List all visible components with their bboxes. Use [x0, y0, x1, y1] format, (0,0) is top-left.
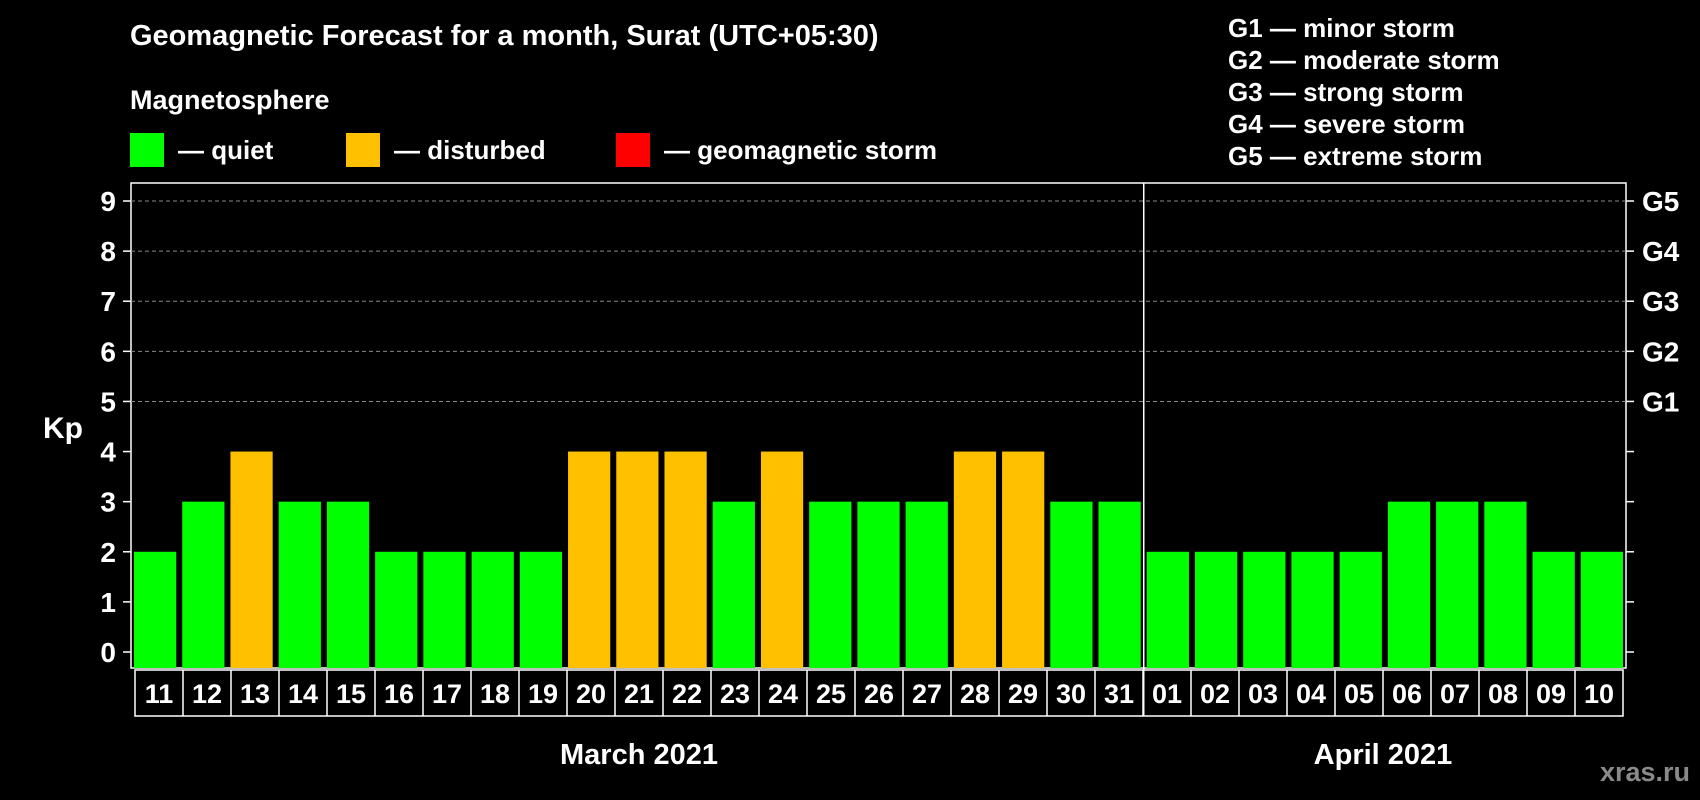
bar-16-5 [375, 551, 418, 668]
bar-06-26 [1387, 501, 1431, 668]
day-label-22-11: 22 [672, 679, 702, 709]
bar-18-7 [471, 551, 514, 668]
day-label-30-19: 30 [1056, 679, 1086, 709]
storm-tick-label-g1: G1 [1642, 386, 1679, 417]
day-label-05-25: 05 [1344, 679, 1374, 709]
bar-04-24 [1291, 551, 1334, 668]
bar-28-17 [953, 451, 997, 668]
day-label-10-30: 10 [1584, 679, 1614, 709]
bar-10-30 [1580, 551, 1623, 668]
y-tick-label-5: 5 [100, 386, 116, 417]
bar-23-12 [712, 501, 755, 668]
day-label-24-13: 24 [768, 679, 798, 709]
bar-07-27 [1436, 501, 1479, 668]
y-tick-label-2: 2 [100, 537, 116, 568]
y-tick-label-7: 7 [100, 286, 116, 317]
day-label-17-6: 17 [432, 679, 462, 709]
bar-25-14 [809, 501, 852, 668]
y-tick-label-8: 8 [100, 236, 116, 267]
bar-17-6 [423, 551, 466, 668]
bar-29-18 [1002, 451, 1045, 668]
y-tick-label-1: 1 [100, 587, 116, 618]
day-label-27-16: 27 [912, 679, 942, 709]
day-label-21-10: 21 [624, 679, 654, 709]
bar-13-2 [230, 451, 273, 668]
day-label-26-15: 26 [864, 679, 894, 709]
storm-tick-label-g2: G2 [1642, 336, 1679, 367]
day-label-15-4: 15 [336, 679, 366, 709]
day-label-08-28: 08 [1488, 679, 1518, 709]
day-label-29-18: 29 [1008, 679, 1038, 709]
day-label-14-3: 14 [288, 679, 318, 709]
bar-01-21 [1146, 551, 1189, 668]
day-label-23-12: 23 [720, 679, 750, 709]
day-label-11-0: 11 [145, 679, 174, 709]
y-tick-label-6: 6 [100, 336, 116, 367]
day-label-13-2: 13 [240, 679, 270, 709]
day-label-02-22: 02 [1200, 679, 1230, 709]
day-label-19-8: 19 [528, 679, 558, 709]
y-tick-label-4: 4 [100, 437, 116, 468]
bar-24-13 [760, 451, 804, 668]
day-label-04-24: 04 [1296, 679, 1326, 709]
day-label-12-1: 12 [192, 679, 222, 709]
bar-11-0 [134, 551, 177, 668]
bar-09-29 [1532, 551, 1575, 668]
bar-02-22 [1194, 551, 1238, 668]
bar-15-4 [326, 501, 370, 668]
y-tick-label-0: 0 [100, 637, 116, 668]
day-label-25-14: 25 [816, 679, 846, 709]
bar-27-16 [905, 501, 948, 668]
day-label-01-21: 01 [1152, 679, 1182, 709]
bar-03-23 [1243, 551, 1286, 668]
storm-tick-label-g4: G4 [1642, 236, 1680, 267]
bar-05-25 [1339, 551, 1382, 668]
storm-tick-label-g3: G3 [1642, 286, 1679, 317]
day-label-06-26: 06 [1392, 679, 1422, 709]
storm-tick-label-g5: G5 [1642, 186, 1679, 217]
day-label-07-27: 07 [1440, 679, 1470, 709]
bar-26-15 [857, 501, 900, 668]
bar-21-10 [616, 451, 659, 668]
bar-08-28 [1484, 501, 1527, 668]
day-label-09-29: 09 [1536, 679, 1566, 709]
credit-text: xras.ru [1599, 757, 1690, 787]
bar-30-19 [1050, 501, 1093, 668]
bar-22-11 [664, 451, 707, 668]
bar-14-3 [278, 501, 321, 668]
y-axis-label: Kp [43, 412, 83, 445]
bar-19-8 [519, 551, 563, 668]
day-label-28-17: 28 [960, 679, 990, 709]
y-tick-label-3: 3 [100, 487, 116, 518]
day-label-16-5: 16 [384, 679, 414, 709]
day-label-03-23: 03 [1248, 679, 1278, 709]
y-tick-label-9: 9 [100, 186, 116, 217]
bar-12-1 [182, 501, 225, 668]
month-label-0: March 2021 [560, 739, 718, 771]
day-label-31-20: 31 [1104, 679, 1134, 709]
kp-bar-chart: 0123456789G1G2G3G4G5Kp11 12 13 14 15 16 17 18 19… [43, 182, 1680, 771]
bar-20-9 [568, 451, 611, 668]
month-label-1: April 2021 [1314, 739, 1453, 771]
bar-31-20 [1098, 501, 1141, 668]
day-label-20-9: 20 [576, 679, 606, 709]
day-label-18-7: 18 [480, 679, 510, 709]
